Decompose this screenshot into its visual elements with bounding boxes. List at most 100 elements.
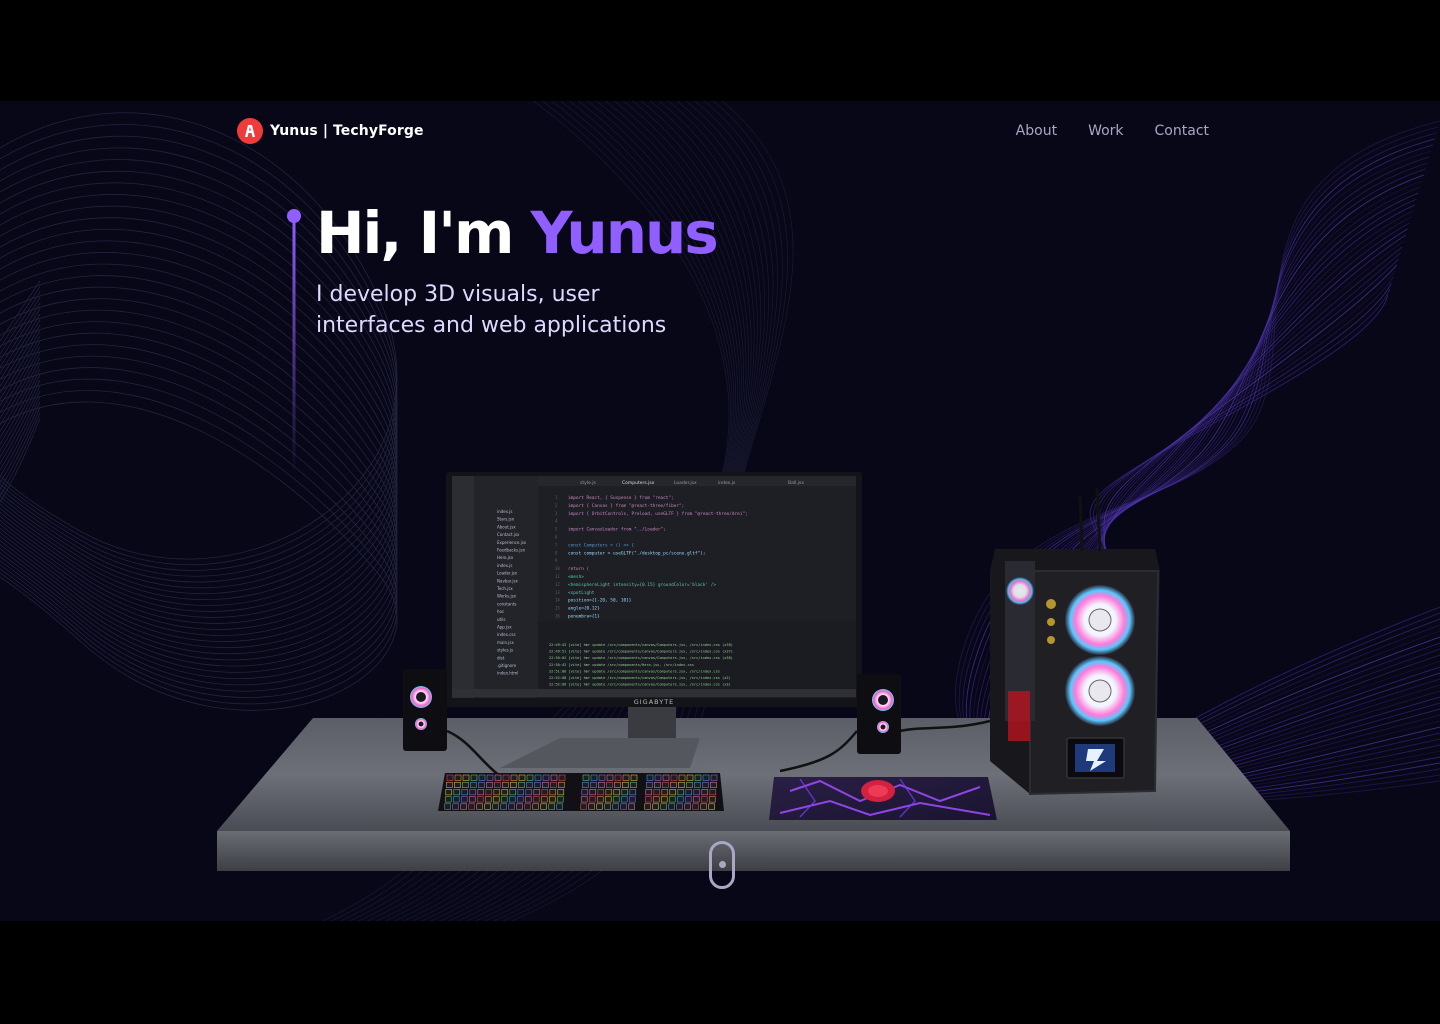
keyboard-key <box>654 781 661 788</box>
keyboard-key <box>590 781 597 788</box>
keyboard-key <box>596 803 603 810</box>
keyboard-key <box>614 774 622 781</box>
code-line: position={[-20, 50, 10]} <box>568 598 632 604</box>
keyboard-key <box>686 774 694 781</box>
file-tree-item: Navbar.jsx <box>497 578 519 583</box>
keyboard-key <box>588 803 595 810</box>
keyboard-key <box>654 774 662 781</box>
editor-tab: Ball.jsx <box>788 480 804 486</box>
file-tree-item: constants <box>497 601 516 606</box>
file-tree-item: App.jsx <box>497 625 512 630</box>
keyboard-key <box>597 789 605 796</box>
code-line-number: 16 <box>555 614 560 619</box>
keyboard-key <box>540 796 548 803</box>
file-tree-item: Contact.jsx <box>497 532 520 537</box>
keyboard-key <box>694 774 702 781</box>
keyboard-key <box>484 803 491 810</box>
mouse-scroll-icon[interactable] <box>709 841 735 889</box>
keyboard-key <box>630 781 637 788</box>
keyboard-key <box>629 789 637 796</box>
keyboard-key <box>620 796 628 803</box>
keyboard-key <box>462 781 469 788</box>
keyboard-key <box>598 774 606 781</box>
keyboard-key <box>486 774 494 781</box>
code-line: penumbra={1} <box>568 614 600 620</box>
keyboard-key <box>460 796 468 803</box>
keyboard-key <box>644 796 652 803</box>
keyboard-key <box>445 789 453 796</box>
keyboard-key <box>509 789 517 796</box>
keyboard-key <box>548 796 556 803</box>
keyboard-key <box>684 803 691 810</box>
keyboard-key <box>476 796 484 803</box>
file-tree-item: index.css <box>497 632 516 637</box>
keyboard-key <box>500 803 507 810</box>
keyboard-key <box>454 774 462 781</box>
keyboard-key <box>477 789 485 796</box>
editor-tabs: style.js Computers.jsx Loader.jsx index.… <box>538 476 856 486</box>
keyboard-key <box>532 803 539 810</box>
code-line: <hemisphereLight intensity={0.15} ground… <box>568 582 716 588</box>
desktop-pc-3d-scene[interactable]: index.js Stars.jsx About.jsx Contact.jsx Exp… <box>0 101 1440 921</box>
keyboard-key <box>702 774 710 781</box>
editor-tab: Computers.jsx <box>622 480 655 486</box>
keyboard-key <box>652 803 659 810</box>
keyboard-key <box>596 796 604 803</box>
keyboard-key <box>622 774 630 781</box>
keyboard-key <box>660 803 667 810</box>
keyboard-key <box>558 774 566 781</box>
terminal-line: 22:51:06 [vite] hmr update /src/componen… <box>549 669 720 673</box>
keyboard-key <box>582 781 589 788</box>
keyboard-key <box>526 774 534 781</box>
keyboard-key <box>630 774 638 781</box>
keyboard-key <box>501 789 509 796</box>
keyboard-key <box>589 789 597 796</box>
keyboard-key <box>444 796 452 803</box>
file-tree-item: Feedbacks.jsx <box>497 548 526 553</box>
keyboard-key <box>606 781 613 788</box>
keyboard-key <box>446 774 454 781</box>
keyboard-key <box>694 781 701 788</box>
keyboard-key <box>478 774 486 781</box>
code-line: import CanvasLoader from "../Loader"; <box>568 527 666 533</box>
keyboard-key <box>452 803 459 810</box>
keyboard-key <box>494 774 502 781</box>
keyboard-key <box>502 774 510 781</box>
keyboard-key <box>676 803 683 810</box>
keyboard-key <box>541 789 549 796</box>
code-line-number: 14 <box>555 598 560 603</box>
keyboard-key <box>548 803 555 810</box>
file-tree-item: Stars.jsx <box>497 517 515 522</box>
keyboard-key <box>508 803 515 810</box>
keyboard-key <box>662 781 669 788</box>
file-tree-item: Hero.jsx <box>497 555 514 560</box>
keyboard-key <box>709 789 717 796</box>
keyboard-key <box>590 774 598 781</box>
keyboard-key <box>580 803 587 810</box>
file-tree-item: styles.js <box>497 648 513 653</box>
file-tree-item: Loader.jsx <box>497 571 518 576</box>
keyboard-key <box>588 796 596 803</box>
keyboard-key <box>645 789 653 796</box>
keyboard-key <box>668 803 675 810</box>
keyboard-key <box>518 774 526 781</box>
keyboard-key <box>500 796 508 803</box>
code-line: import { OrbitControls, Preload, useGLTF… <box>568 511 748 517</box>
file-tree-item: index.js <box>497 509 512 514</box>
keyboard-key <box>525 789 533 796</box>
keyboard-key <box>670 781 677 788</box>
keyboard-key <box>644 803 651 810</box>
keyboard-key <box>646 781 653 788</box>
keyboard-key <box>502 781 509 788</box>
keyboard-key <box>526 781 533 788</box>
keyboard-key <box>518 781 525 788</box>
keyboard-key <box>692 803 699 810</box>
keyboard-key <box>677 789 685 796</box>
keyboard-key <box>452 796 460 803</box>
keyboard-key <box>444 803 451 810</box>
code-line: import React, { Suspense } from "react"; <box>568 495 674 501</box>
file-tree-item: Experience.jsx <box>497 540 527 545</box>
hero-section: Yunus | TechyForge About Work Contact Hi… <box>0 101 1440 921</box>
keyboard-key <box>486 781 493 788</box>
keyboard-key <box>702 781 709 788</box>
